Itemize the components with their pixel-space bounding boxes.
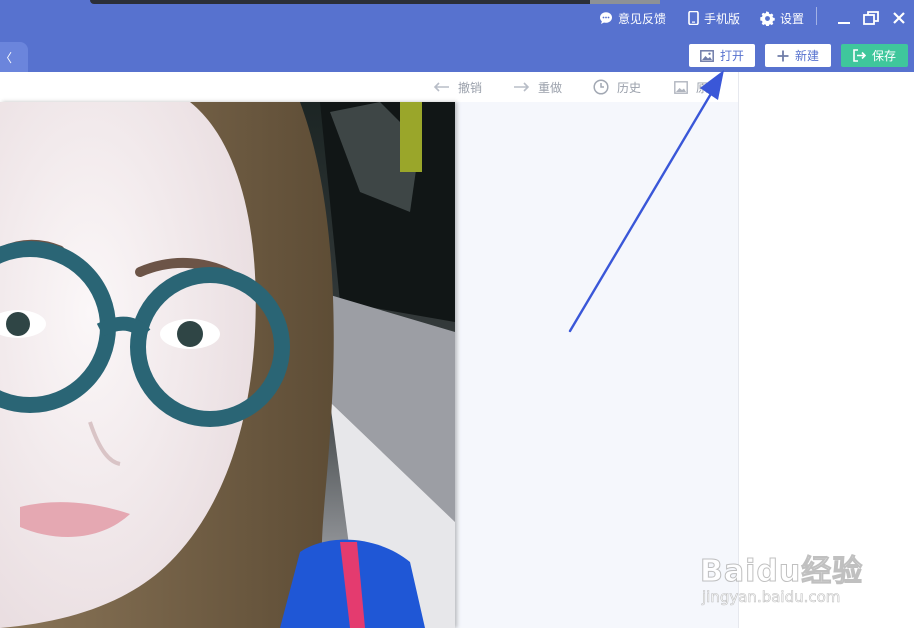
watermark-url: jingyan.baidu.com [702,588,841,607]
new-button[interactable]: 新建 [765,44,831,67]
title-strip [90,0,660,4]
open-label: 打开 [719,49,744,63]
portrait-image [0,102,455,628]
original-image-icon [674,80,688,94]
feedback-label: 意见反馈 [618,11,667,26]
watermark-brand: Baidu经验 [699,554,864,590]
image-icon [700,49,714,62]
settings-link[interactable]: 设置 [760,9,804,27]
original-button[interactable]: 原图 [674,79,720,95]
document-tab-label: 〈 [0,51,13,65]
gear-icon [760,10,775,26]
restore-button[interactable] [862,9,880,27]
export-icon [853,49,866,62]
save-label: 保存 [871,49,896,63]
close-button[interactable] [890,9,908,27]
feedback-icon [600,12,612,24]
titlebar-divider [816,7,817,25]
minimize-icon [838,22,850,24]
mobile-label: 手机版 [704,11,741,26]
open-button[interactable]: 打开 [689,44,755,67]
new-label: 新建 [794,49,819,63]
settings-label: 设置 [780,11,805,26]
clock-icon [593,79,609,95]
history-label: 历史 [617,80,642,95]
history-button[interactable]: 历史 [593,79,641,95]
action-bar: 〈 打开 新建 保存 [0,36,914,72]
plus-icon [777,50,789,61]
original-label: 原图 [696,80,721,95]
close-icon [893,12,905,24]
undo-button[interactable]: 撤销 [433,79,482,95]
redo-arrow-icon [514,82,530,92]
redo-label: 重做 [538,80,563,95]
feedback-link[interactable]: 意见反馈 [599,9,666,27]
edited-photo[interactable] [0,102,455,628]
document-tab[interactable]: 〈 [0,42,28,72]
minimize-button[interactable] [835,9,853,27]
title-bar: 意见反馈 手机版 设置 [0,0,914,36]
baidu-watermark: Baidu经验 jingyan.baidu.com [699,546,870,610]
redo-button[interactable]: 重做 [513,79,562,95]
restore-icon [863,11,879,25]
mobile-icon [688,11,699,25]
mobile-link[interactable]: 手机版 [688,9,740,27]
undo-arrow-icon [433,82,449,92]
save-button[interactable]: 保存 [841,44,908,67]
right-panel [738,72,914,628]
undo-label: 撤销 [458,80,483,95]
